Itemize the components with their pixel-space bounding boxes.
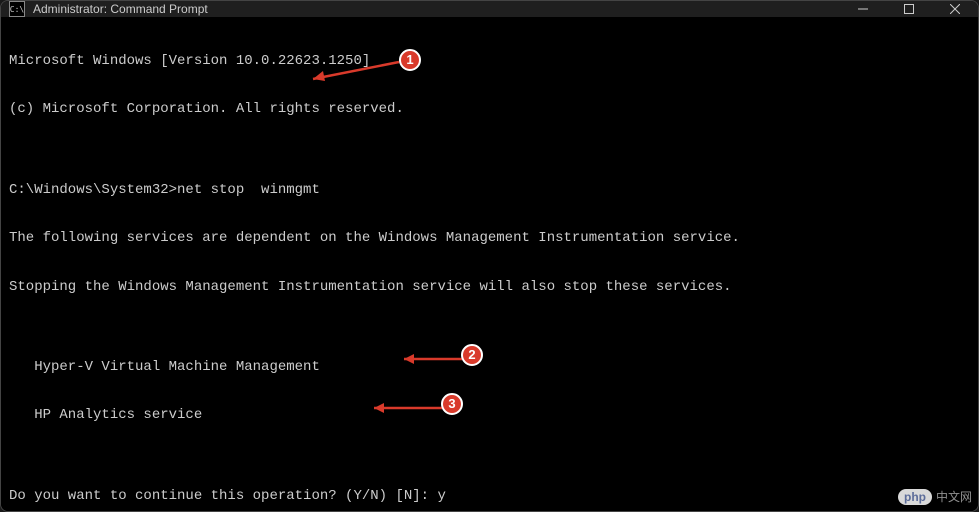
- terminal-line: Hyper-V Virtual Machine Management: [9, 359, 970, 375]
- terminal-output[interactable]: Microsoft Windows [Version 10.0.22623.12…: [1, 17, 978, 512]
- annotation-arrow: [303, 59, 403, 89]
- watermark-logo-text: php: [904, 490, 926, 504]
- terminal-line: Do you want to continue this operation? …: [9, 488, 970, 504]
- terminal-line: HP Analytics service: [9, 407, 970, 423]
- minimize-button[interactable]: [840, 1, 886, 17]
- annotation-arrow: [366, 400, 446, 416]
- terminal-line: The following services are dependent on …: [9, 230, 970, 246]
- annotation-callout-3: 3: [441, 393, 463, 415]
- terminal-line: Stopping the Windows Management Instrume…: [9, 279, 970, 295]
- annotation-callout-2: 2: [461, 344, 483, 366]
- watermark-logo: php: [898, 489, 932, 505]
- watermark-text: 中文网: [936, 488, 972, 505]
- minimize-icon: [858, 4, 868, 14]
- terminal-line: C:\Windows\System32>net stop winmgmt: [9, 182, 970, 198]
- terminal-line: (c) Microsoft Corporation. All rights re…: [9, 101, 970, 117]
- annotation-callout-1: 1: [399, 49, 421, 71]
- terminal-line: Microsoft Windows [Version 10.0.22623.12…: [9, 53, 970, 69]
- command-prompt-window: C:\ Administrator: Command Prompt Micros…: [0, 0, 979, 512]
- app-icon: C:\: [9, 1, 25, 17]
- titlebar[interactable]: C:\ Administrator: Command Prompt: [1, 1, 978, 17]
- window-controls: [840, 1, 978, 17]
- maximize-icon: [904, 4, 914, 14]
- window-title: Administrator: Command Prompt: [33, 2, 208, 16]
- close-button[interactable]: [932, 1, 978, 17]
- maximize-button[interactable]: [886, 1, 932, 17]
- watermark: php 中文网: [898, 488, 972, 505]
- annotation-arrow: [396, 351, 466, 367]
- close-icon: [950, 4, 960, 14]
